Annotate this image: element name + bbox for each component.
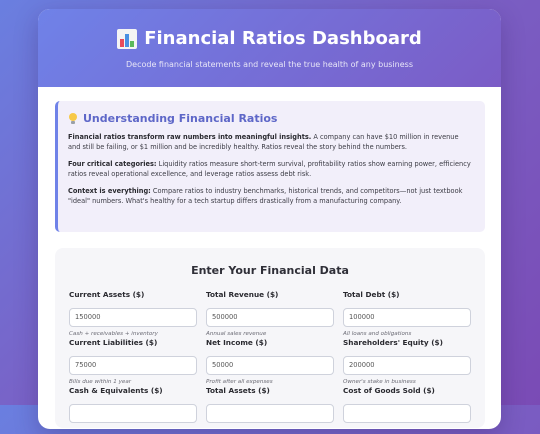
current-assets-help: Cash + receivables + inventory <box>69 330 158 337</box>
total-debt-field: Total Debt ($) All loans and obligations <box>343 290 471 338</box>
shareholders-equity-help: Owner's stake in business <box>343 378 416 385</box>
net-income-input[interactable] <box>206 355 334 375</box>
info-paragraph-3: Context is everything: Compare ratios to… <box>68 186 473 206</box>
header: Financial Ratios Dashboard Decode financ… <box>38 9 501 87</box>
title-row: Financial Ratios Dashboard <box>38 9 501 49</box>
info-box: Understanding Financial Ratios Financial… <box>55 101 485 232</box>
page-title: Financial Ratios Dashboard <box>144 28 422 49</box>
info-p3-bold: Context is everything: <box>68 187 151 195</box>
total-revenue-input[interactable] <box>206 307 334 327</box>
shareholders-equity-field: Shareholders' Equity ($) Owner's stake i… <box>343 338 471 386</box>
current-liabilities-field: Current Liabilities ($) Bills due within… <box>69 338 197 386</box>
lightbulb-icon <box>68 112 78 125</box>
cash-equivalents-label: Cash & Equivalents ($) <box>69 386 163 395</box>
cash-equivalents-field: Cash & Equivalents ($) <box>69 386 197 434</box>
cogs-label: Cost of Goods Sold ($) <box>343 386 435 395</box>
cogs-field: Cost of Goods Sold ($) <box>343 386 471 434</box>
total-assets-label: Total Assets ($) <box>206 386 270 395</box>
total-debt-label: Total Debt ($) <box>343 290 400 299</box>
form-grid: Current Assets ($) Cash + receivables + … <box>69 290 471 434</box>
total-revenue-label: Total Revenue ($) <box>206 290 279 299</box>
current-assets-input[interactable] <box>69 307 197 327</box>
total-revenue-field: Total Revenue ($) Annual sales revenue <box>206 290 334 338</box>
net-income-help: Profit after all expenses <box>206 378 273 385</box>
current-liabilities-help: Bills due within 1 year <box>69 378 132 385</box>
total-debt-input[interactable] <box>343 307 471 327</box>
info-title-row: Understanding Financial Ratios <box>68 112 473 125</box>
shareholders-equity-label: Shareholders' Equity ($) <box>343 338 443 347</box>
current-assets-field: Current Assets ($) Cash + receivables + … <box>69 290 197 338</box>
form-title: Enter Your Financial Data <box>191 264 349 277</box>
cash-equivalents-input[interactable] <box>69 403 197 423</box>
info-p1-bold: Financial ratios transform raw numbers i… <box>68 133 312 141</box>
bar-chart-icon <box>117 28 138 49</box>
total-assets-field: Total Assets ($) <box>206 386 334 434</box>
current-liabilities-label: Current Liabilities ($) <box>69 338 158 347</box>
info-p2-bold: Four critical categories: <box>68 160 157 168</box>
total-revenue-help: Annual sales revenue <box>206 330 267 337</box>
cogs-input[interactable] <box>343 403 471 423</box>
current-assets-label: Current Assets ($) <box>69 290 145 299</box>
net-income-label: Net Income ($) <box>206 338 268 347</box>
net-income-field: Net Income ($) Profit after all expenses <box>206 338 334 386</box>
shareholders-equity-input[interactable] <box>343 355 471 375</box>
financial-data-form: Enter Your Financial Data Current Assets… <box>55 248 485 428</box>
info-paragraph-1: Financial ratios transform raw numbers i… <box>68 132 473 152</box>
info-paragraph-2: Four critical categories: Liquidity rati… <box>68 159 473 179</box>
page-subtitle: Decode financial statements and reveal t… <box>125 60 413 69</box>
total-debt-help: All loans and obligations <box>343 330 412 337</box>
info-title: Understanding Financial Ratios <box>83 112 278 125</box>
total-assets-input[interactable] <box>206 403 334 423</box>
current-liabilities-input[interactable] <box>69 355 197 375</box>
